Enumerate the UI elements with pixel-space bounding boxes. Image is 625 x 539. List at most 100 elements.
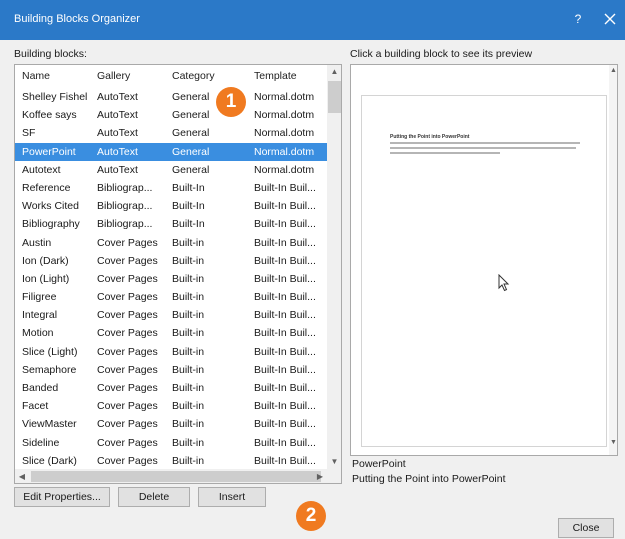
- table-row[interactable]: Ion (Light) Cover Pages Built-in Built-In B…: [15, 270, 327, 288]
- preview-text-line: [390, 147, 576, 149]
- table-row[interactable]: Bibliography Bibliograp... Built-In Built-I…: [15, 215, 327, 233]
- cell-gallery: AutoText: [97, 109, 138, 122]
- preview-scroll-up-icon[interactable]: ▲: [609, 67, 617, 74]
- cell-gallery: Bibliograp...: [97, 218, 153, 231]
- table-row[interactable]: Shelley Fishel AutoText General Normal.dotm: [15, 88, 327, 106]
- table-row[interactable]: Koffee says AutoText General Normal.dotm: [15, 106, 327, 124]
- cell-gallery: Cover Pages: [97, 454, 158, 467]
- cell-gallery: Cover Pages: [97, 309, 158, 322]
- table-row[interactable]: Works Cited Bibliograp... Built-In Built-In…: [15, 197, 327, 215]
- cell-category: Built-in: [172, 254, 205, 267]
- cell-gallery: Bibliograp...: [97, 181, 153, 194]
- cell-name: Filigree: [22, 291, 57, 304]
- cell-name: Reference: [22, 181, 71, 194]
- table-row[interactable]: Slice (Light) Cover Pages Built-in Built-In…: [15, 343, 327, 361]
- edit-properties-button[interactable]: Edit Properties...: [14, 487, 110, 507]
- preview-scroll-down-icon[interactable]: ▼: [609, 439, 617, 446]
- cell-name: Bibliography: [22, 218, 80, 231]
- cell-category: Built-in: [172, 382, 205, 394]
- table-row[interactable]: Sideline Cover Pages Built-in Built-In Buil…: [15, 434, 327, 452]
- cell-template: Built-In Buil...: [254, 400, 316, 413]
- preview-pane: Putting the Point into PowerPoint ▲ ▼: [350, 64, 618, 456]
- cell-category: Built-In: [172, 218, 205, 231]
- cell-name: Slice (Light): [22, 345, 78, 358]
- column-header-name[interactable]: Name: [22, 70, 94, 82]
- cell-gallery: Cover Pages: [97, 236, 158, 249]
- cell-category: Built-in: [172, 236, 205, 249]
- column-header-gallery[interactable]: Gallery: [97, 70, 167, 82]
- cell-name: Slice (Dark): [22, 454, 77, 467]
- cell-template: Built-In Buil...: [254, 436, 316, 449]
- cell-template: Built-In Buil...: [254, 236, 316, 249]
- list-rows: Shelley Fishel AutoText General Normal.dotm…: [15, 88, 327, 470]
- table-row[interactable]: Semaphore Cover Pages Built-in Built-In Bui…: [15, 361, 327, 379]
- scroll-up-icon[interactable]: ▲: [327, 65, 341, 79]
- cell-template: Built-In Buil...: [254, 309, 316, 322]
- vertical-scrollbar[interactable]: ▲ ▼: [327, 65, 341, 469]
- preview-page: Putting the Point into PowerPoint: [361, 95, 607, 447]
- table-row[interactable]: Facet Cover Pages Built-in Built-In Buil...: [15, 397, 327, 415]
- cell-name: ViewMaster: [22, 418, 77, 431]
- help-button[interactable]: ?: [570, 12, 586, 26]
- table-row[interactable]: Ion (Dark) Cover Pages Built-in Built-In Bu…: [15, 252, 327, 270]
- cell-name: Ion (Light): [22, 272, 70, 285]
- cell-category: General: [172, 127, 210, 140]
- cell-gallery: Cover Pages: [97, 382, 158, 394]
- cell-template: Normal.dotm: [254, 109, 315, 122]
- horizontal-scrollbar[interactable]: ◀ ▶: [15, 469, 341, 483]
- cell-name: Motion: [22, 327, 54, 340]
- close-icon[interactable]: [600, 9, 620, 29]
- window-title: Building Blocks Organizer: [14, 13, 140, 25]
- callout-badge-1: 1: [216, 87, 246, 117]
- cell-name: Autotext: [22, 163, 61, 176]
- cell-name: Integral: [22, 309, 58, 322]
- cell-gallery: Cover Pages: [97, 327, 158, 340]
- table-row[interactable]: Reference Bibliograp... Built-In Built-In B…: [15, 179, 327, 197]
- table-row[interactable]: Integral Cover Pages Built-in Built-In Buil…: [15, 306, 327, 324]
- table-row[interactable]: Filigree Cover Pages Built-in Built-In Buil…: [15, 288, 327, 306]
- cell-gallery: Cover Pages: [97, 272, 158, 285]
- vertical-scroll-thumb[interactable]: [328, 81, 341, 113]
- preview-scrollbar[interactable]: ▲ ▼: [609, 65, 617, 455]
- scroll-right-icon[interactable]: ▶: [313, 469, 327, 483]
- column-header-template[interactable]: Template: [254, 70, 326, 82]
- cell-template: Built-In Buil...: [254, 382, 316, 394]
- table-row[interactable]: Austin Cover Pages Built-in Built-In Buil..…: [15, 234, 327, 252]
- cell-name: Facet: [22, 400, 49, 413]
- scroll-left-icon[interactable]: ◀: [15, 469, 29, 483]
- delete-button[interactable]: Delete: [118, 487, 190, 507]
- cell-template: Built-In Buil...: [254, 418, 316, 431]
- column-header-category[interactable]: Category: [172, 70, 250, 82]
- table-row[interactable]: Slice (Dark) Cover Pages Built-in Built-In …: [15, 452, 327, 470]
- cell-name: Shelley Fishel: [22, 91, 88, 103]
- table-row[interactable]: Banded Cover Pages Built-in Built-In Buil..…: [15, 379, 327, 397]
- preview-text-line: [390, 152, 500, 154]
- table-row[interactable]: PowerPoint AutoText General Normal.dotm: [15, 142, 327, 161]
- scroll-down-icon[interactable]: ▼: [327, 455, 341, 469]
- cell-template: Built-In Buil...: [254, 254, 316, 267]
- cell-template: Normal.dotm: [254, 127, 315, 140]
- cell-template: Normal.dotm: [254, 91, 315, 103]
- cell-category: Built-in: [172, 309, 205, 322]
- insert-button[interactable]: Insert: [198, 487, 266, 507]
- building-blocks-list[interactable]: Name Gallery Category Template Shelley F…: [14, 64, 342, 484]
- table-row[interactable]: SF AutoText General Normal.dotm: [15, 124, 327, 142]
- cell-category: Built-in: [172, 345, 205, 358]
- cell-gallery: Cover Pages: [97, 436, 158, 449]
- callout-badge-2: 2: [296, 501, 326, 531]
- table-row[interactable]: Motion Cover Pages Built-in Built-In Buil..…: [15, 324, 327, 342]
- cell-gallery: Cover Pages: [97, 345, 158, 358]
- close-button[interactable]: Close: [558, 518, 614, 538]
- preview-page-title: Putting the Point into PowerPoint: [390, 134, 470, 140]
- table-row[interactable]: ViewMaster Cover Pages Built-in Built-In Bu…: [15, 415, 327, 433]
- cell-name: Austin: [22, 236, 52, 249]
- cell-name: SF: [22, 127, 36, 140]
- table-row[interactable]: Autotext AutoText General Normal.dotm: [15, 161, 327, 179]
- preview-label: Click a building block to see its previe…: [350, 48, 533, 60]
- horizontal-scroll-thumb[interactable]: [31, 471, 321, 482]
- cell-template: Built-In Buil...: [254, 291, 316, 304]
- cell-template: Built-In Buil...: [254, 363, 316, 376]
- cell-gallery: Cover Pages: [97, 418, 158, 431]
- cell-gallery: Cover Pages: [97, 254, 158, 267]
- cell-category: Built-In: [172, 181, 205, 194]
